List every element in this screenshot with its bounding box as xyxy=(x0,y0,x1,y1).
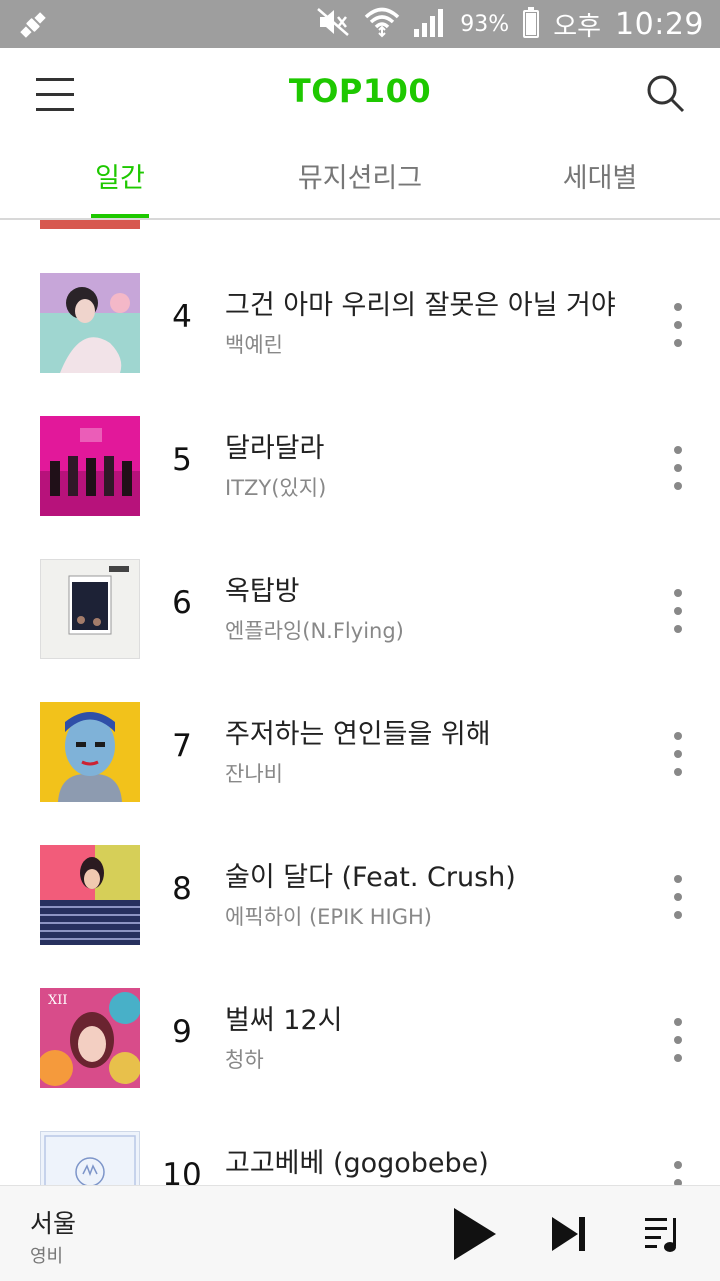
song-row[interactable]: 8 술이 달다 (Feat. Crush) 에픽하이 (EPIK HIGH) xyxy=(0,845,720,988)
search-icon[interactable] xyxy=(646,74,686,114)
song-title[interactable]: 주저하는 연인들을 위해 xyxy=(225,712,491,751)
more-options-icon[interactable] xyxy=(664,1016,692,1064)
song-title[interactable]: 술이 달다 (Feat. Crush) xyxy=(225,855,516,894)
rank-number: 6 xyxy=(172,585,192,621)
artist-name[interactable]: 잔나비 xyxy=(225,758,283,788)
song-row[interactable]: 10 고고베베 (gogobebe) xyxy=(0,1131,720,1185)
now-playing-title[interactable]: 서울 xyxy=(30,1204,76,1240)
album-art-3[interactable] xyxy=(40,220,140,229)
album-art[interactable]: XII xyxy=(40,988,140,1088)
page-title: TOP100 xyxy=(288,72,432,110)
song-row[interactable]: 4 그건 아마 우리의 잘못은 아닐 거야 백예린 xyxy=(0,273,720,416)
status-ampm: 오후 xyxy=(553,11,602,42)
song-list: 4 그건 아마 우리의 잘못은 아닐 거야 백예린 5 달라달라 ITZY(있지… xyxy=(0,220,720,1185)
album-art[interactable] xyxy=(40,273,140,373)
more-options-icon[interactable] xyxy=(664,301,692,349)
tab-daily[interactable]: 일간 xyxy=(0,140,240,218)
rank-number: 10 xyxy=(162,1157,202,1185)
album-art[interactable] xyxy=(40,702,140,802)
chart-tabs: 일간 뮤지션리그 세대별 xyxy=(0,140,720,220)
song-row[interactable]: 7 주저하는 연인들을 위해 잔나비 xyxy=(0,702,720,845)
song-title[interactable]: 달라달라 xyxy=(225,426,324,465)
satellite-icon xyxy=(16,8,50,46)
tab-by-generation[interactable]: 세대별 xyxy=(480,140,720,218)
wifi-icon xyxy=(364,6,400,42)
svg-text:XII: XII xyxy=(48,993,68,1008)
play-icon[interactable] xyxy=(452,1208,496,1264)
song-row[interactable]: 5 달라달라 ITZY(있지) xyxy=(0,416,720,559)
rank-number: 4 xyxy=(172,299,192,335)
mute-icon xyxy=(316,7,350,41)
more-options-icon[interactable] xyxy=(664,1159,692,1185)
active-tab-indicator xyxy=(91,214,149,218)
app-header: TOP100 xyxy=(0,48,720,141)
artist-name[interactable]: 에픽하이 (EPIK HIGH) xyxy=(225,901,432,931)
song-title[interactable]: 고고베베 (gogobebe) xyxy=(225,1141,489,1180)
skip-next-icon[interactable] xyxy=(552,1217,586,1255)
album-art[interactable] xyxy=(40,416,140,516)
artist-name[interactable]: 엔플라잉(N.Flying) xyxy=(225,615,404,645)
mini-player[interactable]: 서울 영비 xyxy=(0,1185,720,1281)
more-options-icon[interactable] xyxy=(664,587,692,635)
song-title[interactable]: 벌써 12시 xyxy=(225,998,342,1037)
battery-percent: 93% xyxy=(460,11,510,37)
song-row[interactable]: 6 옥탑방 엔플라잉(N.Flying) xyxy=(0,559,720,702)
more-options-icon[interactable] xyxy=(664,873,692,921)
artist-name[interactable]: ITZY(있지) xyxy=(225,472,326,502)
rank-number: 5 xyxy=(172,442,192,478)
signal-icon xyxy=(414,7,446,41)
more-options-icon[interactable] xyxy=(664,730,692,778)
rank-number: 9 xyxy=(172,1014,192,1050)
more-options-icon[interactable] xyxy=(664,444,692,492)
album-art[interactable] xyxy=(40,559,140,659)
status-bar: 93% 오후 10:29 xyxy=(0,0,720,48)
song-row[interactable]: XII 9 벌써 12시 청하 xyxy=(0,988,720,1131)
now-playing-artist[interactable]: 영비 xyxy=(30,1242,63,1268)
tab-musician-league[interactable]: 뮤지션리그 xyxy=(240,140,480,218)
song-title[interactable]: 옥탑방 xyxy=(225,569,300,608)
artist-name[interactable]: 청하 xyxy=(225,1044,264,1074)
battery-icon xyxy=(523,7,540,38)
album-art[interactable] xyxy=(40,845,140,945)
artist-name[interactable]: 백예린 xyxy=(225,329,283,359)
playlist-icon[interactable] xyxy=(645,1216,681,1258)
song-title[interactable]: 그건 아마 우리의 잘못은 아닐 거야 xyxy=(225,283,616,322)
status-clock: 10:29 xyxy=(615,6,704,42)
rank-number: 8 xyxy=(172,871,192,907)
album-art[interactable] xyxy=(40,1131,140,1185)
rank-number: 7 xyxy=(172,728,192,764)
